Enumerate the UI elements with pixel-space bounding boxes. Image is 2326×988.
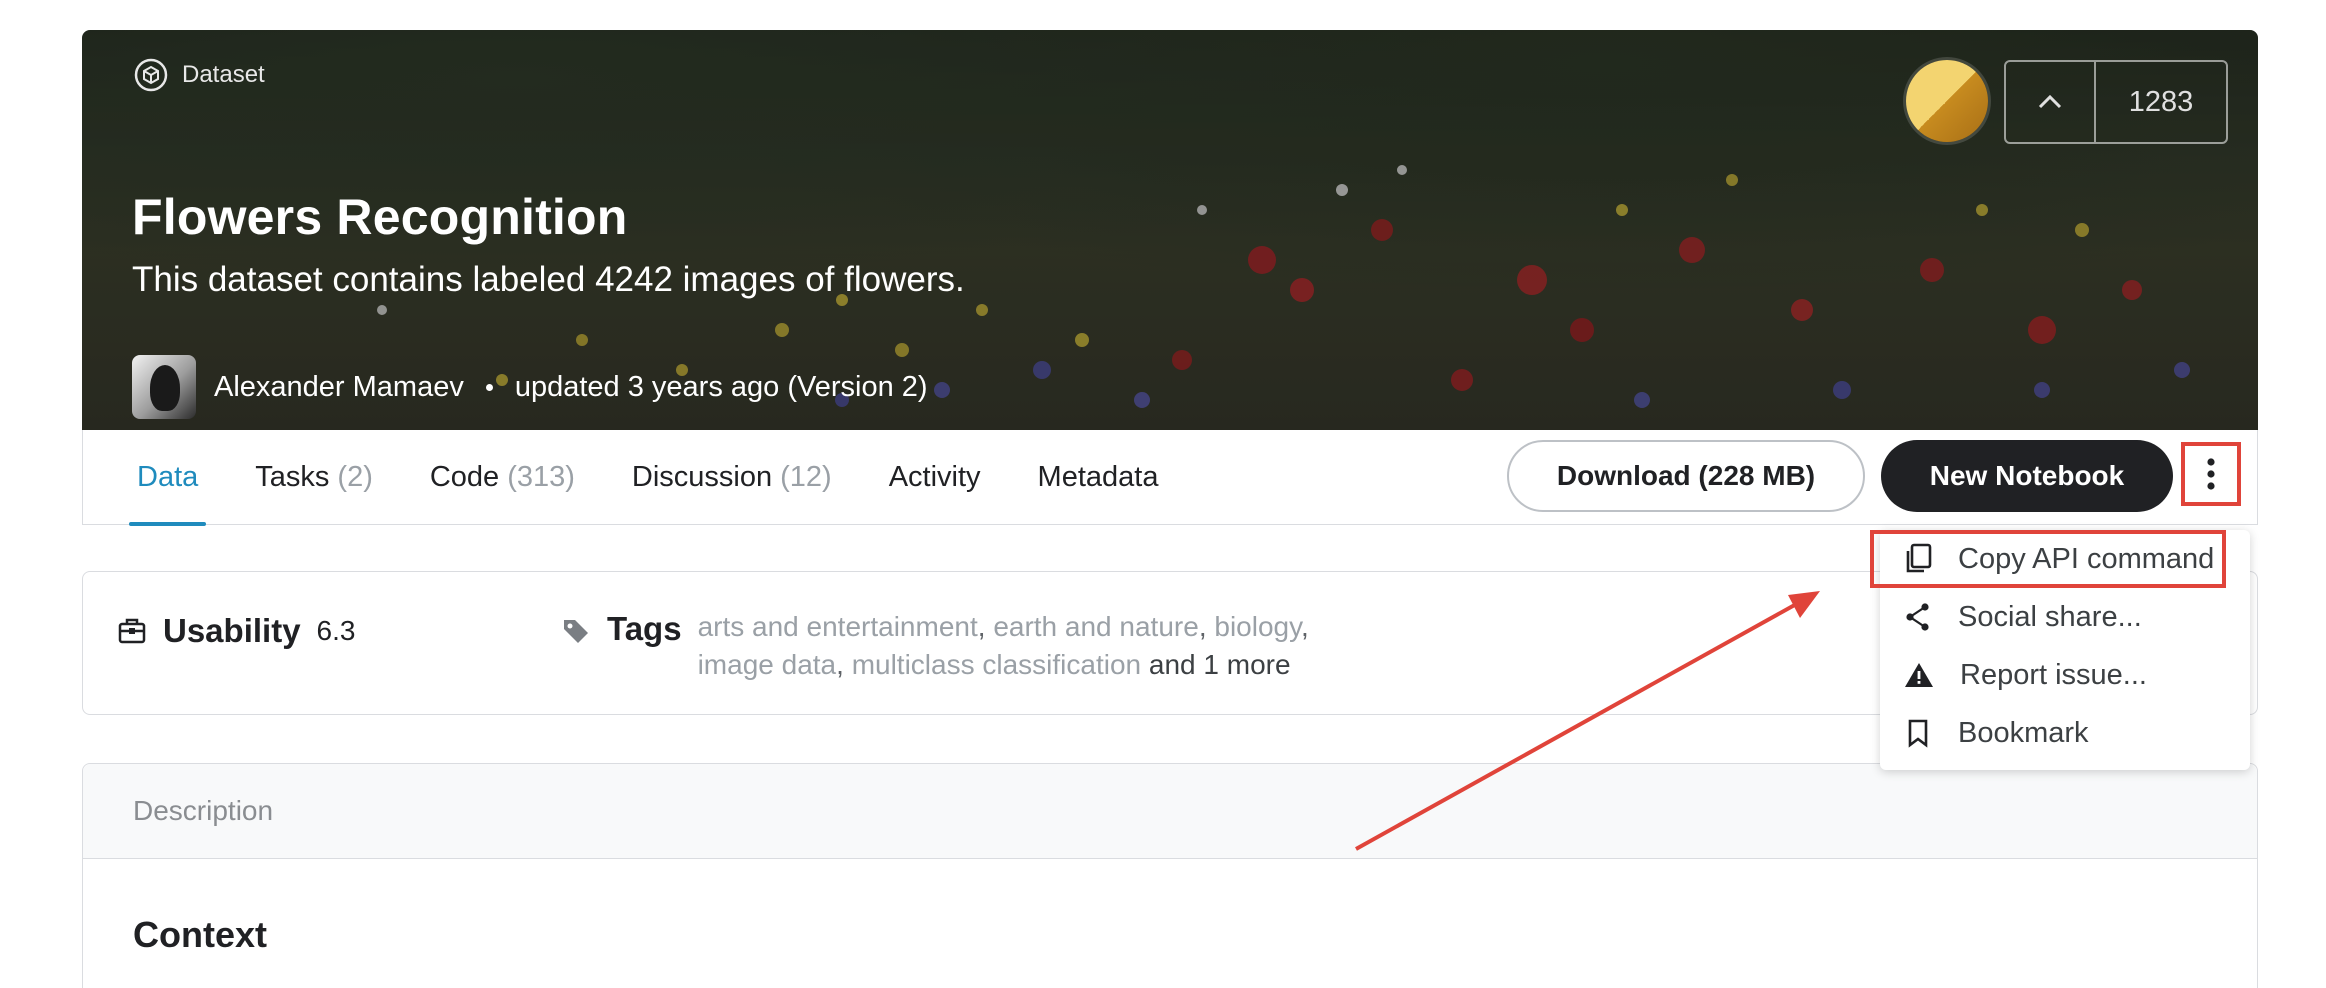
tab-tasks[interactable]: Tasks (2)	[247, 430, 381, 525]
menu-item-report-issue[interactable]: Report issue...	[1880, 646, 2250, 704]
upvote-button[interactable]	[2006, 62, 2096, 142]
author-name[interactable]: Alexander Mamaev	[214, 371, 464, 404]
author-avatar[interactable]	[132, 355, 196, 419]
dataset-meta: Alexander Mamaev updated 3 years ago (Ve…	[132, 355, 928, 419]
usability-label: Usability	[163, 612, 301, 649]
tab-label: Metadata	[1037, 461, 1159, 493]
more-tags-link[interactable]: and 1 more	[1149, 649, 1291, 680]
dataset-tabbar: Data Tasks (2) Code (313) Discussion (12…	[82, 430, 2258, 526]
tab-label: Code	[429, 461, 500, 493]
tab-activity[interactable]: Activity	[881, 430, 989, 525]
vote-count: 1283	[2128, 85, 2194, 118]
description-heading-context: Context	[133, 914, 267, 955]
bookmark-icon	[1908, 719, 1928, 748]
tab-data[interactable]: Data	[129, 430, 207, 526]
menu-item-social-share[interactable]: Social share...	[1880, 588, 2250, 646]
tags-list: arts and entertainment, earth and nature…	[697, 611, 1309, 680]
menu-item-label: Report issue...	[1960, 658, 2147, 691]
more-options-button[interactable]	[2181, 442, 2241, 506]
description-header: Description	[83, 764, 2257, 859]
tab-label: Activity	[888, 461, 981, 493]
dataset-kind-label: Dataset	[182, 61, 265, 88]
dataset-title: Flowers Recognition	[132, 189, 628, 245]
tab-label: Discussion	[631, 461, 773, 493]
menu-item-label: Copy API command	[1958, 542, 2215, 575]
warning-icon	[1905, 663, 1933, 687]
tab-label: Tasks	[255, 461, 330, 493]
dataset-icon	[134, 58, 168, 92]
dataset-kind: Dataset	[134, 58, 265, 92]
updated-text: updated 3 years ago (Version 2)	[514, 370, 928, 403]
tab-discussion[interactable]: Discussion (12)	[624, 430, 840, 525]
toolbox-icon	[118, 618, 146, 644]
tab-count: (2)	[337, 461, 373, 493]
description-panel: Description Context	[82, 763, 2258, 988]
tag-link[interactable]: biology	[1214, 611, 1301, 642]
tab-list: Data Tasks (2) Code (313) Discussion (12…	[129, 430, 1167, 526]
tab-metadata[interactable]: Metadata	[1030, 430, 1167, 525]
chevron-up-icon	[2038, 94, 2062, 109]
new-notebook-button[interactable]: New Notebook	[1881, 440, 2173, 512]
gold-medal-icon	[1906, 60, 1988, 142]
tag-link[interactable]: arts and entertainment	[698, 611, 978, 642]
copy-icon	[1906, 543, 1932, 573]
share-icon	[1906, 603, 1929, 631]
more-options-menu: Copy API command Social share... Report …	[1870, 530, 2250, 770]
tags-label: Tags	[607, 610, 682, 647]
tab-count: (12)	[780, 461, 832, 493]
dataset-subtitle: This dataset contains labeled 4242 image…	[132, 260, 965, 299]
tags-section: Tags arts and entertainment, earth and n…	[561, 608, 1378, 684]
usability-value: 6.3	[316, 615, 356, 646]
menu-item-bookmark[interactable]: Bookmark	[1880, 704, 2250, 762]
tag-link[interactable]: image data	[698, 649, 837, 680]
upvote-widget: 1283	[2004, 60, 2228, 144]
menu-item-label: Bookmark	[1958, 716, 2089, 749]
tag-icon	[564, 620, 588, 643]
menu-item-copy-api-command[interactable]: Copy API command	[1870, 530, 2226, 588]
dataset-hero-banner: Dataset Flowers Recognition This dataset…	[82, 30, 2258, 430]
tab-label: Data	[137, 461, 199, 493]
tag-link[interactable]: earth and nature	[993, 611, 1199, 642]
tab-code[interactable]: Code (313)	[422, 430, 583, 525]
meta-separator-dot	[485, 383, 493, 391]
download-button[interactable]: Download (228 MB)	[1507, 440, 1865, 512]
tab-count: (313)	[507, 461, 575, 493]
menu-item-label: Social share...	[1958, 600, 2142, 633]
tag-link[interactable]: multiclass classification	[852, 649, 1141, 680]
more-vertical-icon	[2207, 458, 2215, 490]
usability-score: Usability 6.3	[117, 612, 355, 650]
